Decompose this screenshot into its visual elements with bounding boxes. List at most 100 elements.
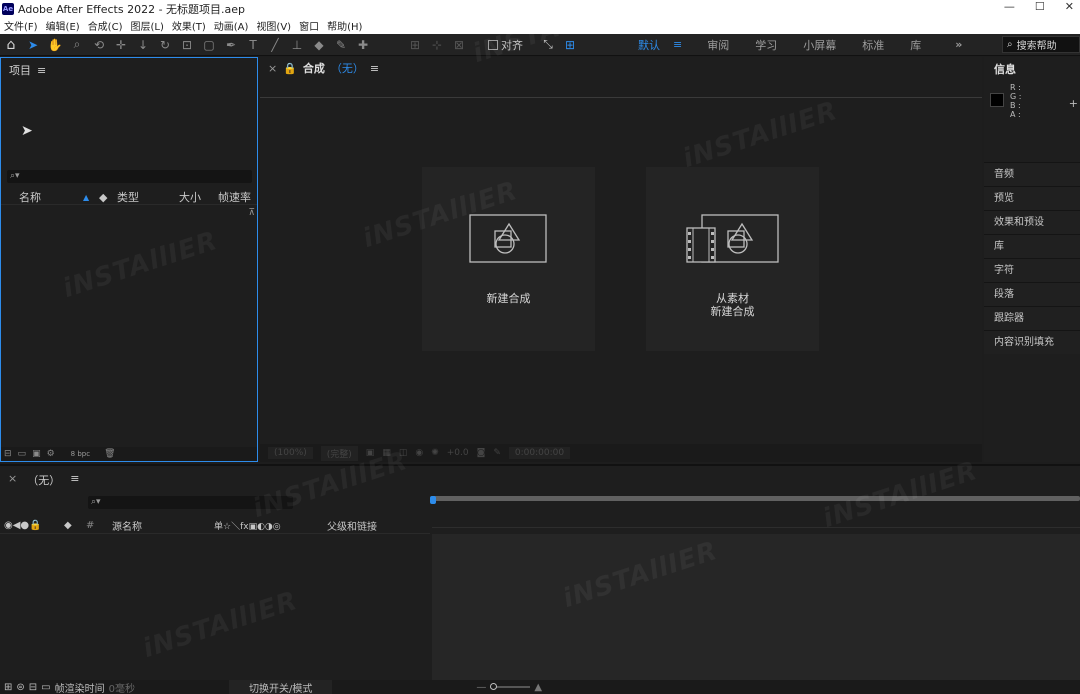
menu-effect[interactable]: 效果(T) [168, 18, 210, 33]
label-tag-icon[interactable]: ◆ [64, 520, 72, 531]
toggle-switches-modes-button[interactable]: 切换开关/模式 [229, 679, 333, 694]
region-of-interest-icon[interactable]: ▣ [366, 448, 375, 458]
menu-animation[interactable]: 动画(A) [210, 18, 253, 33]
in-out-icon[interactable]: ⊟ [29, 682, 37, 693]
magnification-select[interactable]: (100%) [268, 447, 313, 459]
workspace-small-screen[interactable]: 小屏幕 [790, 37, 849, 53]
timeline-tab[interactable]: × （无） ≡ [8, 472, 79, 488]
snap-options-icon[interactable]: ⤡ [537, 35, 559, 55]
clone-stamp-icon[interactable]: ⊥ [286, 35, 308, 55]
time-ruler[interactable] [432, 514, 1080, 528]
zoom-out-icon[interactable]: — [476, 682, 486, 693]
type-tool-icon[interactable]: T [242, 35, 264, 55]
panel-tracker[interactable]: 跟踪器 [984, 306, 1080, 330]
timeline-search-input[interactable]: ⌕▾ [88, 496, 293, 509]
project-search-input[interactable]: ⌕▾ [7, 170, 252, 183]
layer-switches-icon[interactable]: ⊞ [4, 682, 12, 693]
panel-menu-icon[interactable]: ≡ [370, 62, 379, 75]
selection-tool-icon[interactable]: ➤ [22, 35, 44, 55]
show-channel-icon[interactable]: ✎ [493, 448, 501, 458]
lock-icon[interactable]: 🔒 [283, 62, 297, 75]
new-comp-from-footage-card[interactable]: 从素材 新建合成 [646, 167, 819, 351]
comp-tab[interactable]: × 🔒 合成 （无） ≡ [268, 60, 379, 76]
dolly-camera-icon[interactable]: ↓ [132, 35, 154, 55]
workspace-default[interactable]: 默认 [625, 37, 673, 53]
menu-view[interactable]: 视图(V) [252, 18, 295, 33]
workspace-overflow-icon[interactable]: » [942, 38, 975, 51]
menu-file[interactable]: 文件(F) [0, 18, 42, 33]
panel-libraries[interactable]: 库 [984, 234, 1080, 258]
transparency-grid-icon[interactable]: ▦ [382, 448, 391, 458]
eraser-tool-icon[interactable]: ◆ [308, 35, 330, 55]
snap-checkbox[interactable] [488, 39, 498, 50]
label-tag-icon[interactable]: ◆ [99, 191, 107, 204]
close-icon[interactable]: × [268, 62, 277, 75]
flowchart-icon[interactable]: ⊼ [248, 208, 255, 218]
panel-menu-icon[interactable]: ≡ [37, 64, 46, 77]
panel-effects-presets[interactable]: 效果和预设 [984, 210, 1080, 234]
workspace-learn[interactable]: 学习 [742, 37, 790, 53]
resolution-select[interactable]: (完整) [320, 445, 358, 461]
hand-tool-icon[interactable]: ✋ [44, 35, 66, 55]
local-axis-icon[interactable]: ⊞ [404, 35, 426, 55]
snapshot-icon[interactable]: ◙ [477, 448, 486, 458]
trash-icon[interactable]: 🗑 [104, 449, 115, 459]
rotate-tool-icon[interactable]: ↻ [154, 35, 176, 55]
snap-grid-icon[interactable]: ⊞ [559, 35, 581, 55]
sort-up-icon[interactable]: ▲ [83, 193, 89, 202]
col-name[interactable]: 名称 [19, 189, 41, 205]
view-axis-icon[interactable]: ⊠ [448, 35, 470, 55]
close-window-button[interactable]: ✕ [1065, 0, 1074, 13]
menu-window[interactable]: 窗口 [295, 18, 323, 33]
color-channel-icon[interactable]: ◉ [415, 448, 423, 458]
snap-toggle[interactable]: 对齐 [488, 37, 523, 53]
transfer-controls-icon[interactable]: ⊜ [16, 682, 24, 693]
pan-behind-icon[interactable]: ⊡ [176, 35, 198, 55]
exposure-value[interactable]: +0.0 [447, 448, 469, 458]
brush-tool-icon[interactable]: ╱ [264, 35, 286, 55]
minimize-button[interactable]: — [1004, 0, 1015, 13]
workspace-menu-icon[interactable]: ≡ [673, 38, 694, 51]
roto-brush-icon[interactable]: ✎ [330, 35, 352, 55]
col-size[interactable]: 大小 [179, 189, 201, 205]
info-panel-title[interactable]: 信息 [994, 61, 1016, 77]
color-settings-icon[interactable]: ⚙ [47, 449, 55, 459]
menu-layer[interactable]: 图层(L) [126, 18, 167, 33]
switches-icons[interactable]: 单☆＼fx▣◐◑◎ [214, 519, 281, 532]
pen-tool-icon[interactable]: ✒ [220, 35, 242, 55]
home-icon[interactable]: ⌂ [0, 35, 22, 55]
new-folder-icon[interactable]: ▭ [18, 449, 27, 459]
mask-visibility-icon[interactable]: ◫ [399, 448, 408, 458]
col-type[interactable]: 类型 [117, 189, 139, 205]
panel-menu-icon[interactable]: ≡ [70, 472, 79, 488]
zoom-slider[interactable] [490, 683, 531, 690]
current-time-display[interactable]: 0:00:00:00 [508, 447, 571, 459]
workspace-review[interactable]: 审阅 [694, 37, 742, 53]
workspace-libraries[interactable]: 库 [897, 37, 934, 53]
col-fps[interactable]: 帧速率 [218, 189, 251, 205]
panel-content-aware-fill[interactable]: 内容识别填充 [984, 330, 1080, 354]
work-area-bar[interactable] [430, 496, 1080, 504]
panel-audio[interactable]: 音频 [984, 162, 1080, 186]
world-axis-icon[interactable]: ⊹ [426, 35, 448, 55]
panel-character[interactable]: 字符 [984, 258, 1080, 282]
puppet-pin-icon[interactable]: ✚ [352, 35, 374, 55]
search-help-field[interactable]: ⌕ 搜索帮助 [1002, 36, 1080, 53]
new-composition-card[interactable]: 新建合成 [422, 167, 595, 351]
panel-preview[interactable]: 预览 [984, 186, 1080, 210]
menu-composition[interactable]: 合成(C) [84, 18, 127, 33]
new-comp-icon[interactable]: ▣ [32, 449, 41, 459]
zoom-in-icon[interactable]: ▲ [534, 682, 542, 693]
workspace-standard[interactable]: 标准 [849, 37, 897, 53]
pan-camera-icon[interactable]: ✛ [110, 35, 132, 55]
exposure-icon[interactable]: ✺ [431, 448, 439, 458]
render-time-icon[interactable]: ▭ [41, 682, 50, 693]
zoom-tool-icon[interactable]: ⌕ [66, 35, 88, 55]
menu-help[interactable]: 帮助(H) [323, 18, 366, 33]
av-features-icons[interactable]: ◉◀●🔒 [4, 520, 42, 531]
interpret-footage-icon[interactable]: ⊟ [4, 449, 12, 459]
zoom-slider-knob[interactable] [490, 683, 498, 690]
col-source-name[interactable]: 源名称 [112, 518, 142, 533]
panel-paragraph[interactable]: 段落 [984, 282, 1080, 306]
maximize-button[interactable]: ☐ [1035, 0, 1045, 13]
